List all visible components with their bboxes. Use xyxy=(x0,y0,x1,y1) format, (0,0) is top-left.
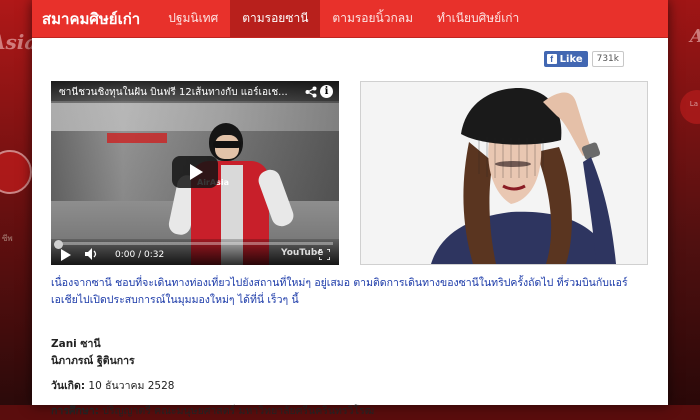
profile-fullname: นิภาภรณ์ ฐิตินการ xyxy=(51,355,135,367)
nav-item-alumni-directory[interactable]: ทำเนียบศิษย์เก่า xyxy=(425,0,531,37)
education-value: ปริญญาตรี คณะมนุษยศาสตร์ มหาวิทยาลัยศรีน… xyxy=(102,405,375,417)
facebook-like-widget: f Like 731k xyxy=(543,51,624,67)
control-play-icon[interactable] xyxy=(61,249,71,261)
video-title-bar: ซานีชวนชิงทุนในฝัน บินฟรี 12เส้นทางกับ แ… xyxy=(51,81,339,103)
fullscreen-icon[interactable] xyxy=(319,249,330,260)
video-title[interactable]: ซานีชวนชิงทุนในฝัน บินฟรี 12เส้นทางกับ แ… xyxy=(59,85,295,100)
profile-modal: สมาคมศิษย์เก่า ปฐมนิเทศ ตามรอยซานี ตามรอ… xyxy=(32,0,668,417)
birth-label: วันเกิด: xyxy=(51,380,86,392)
background-left-text: ซีพ xyxy=(2,234,13,243)
info-icon[interactable]: i xyxy=(320,85,333,98)
promo-badge-left xyxy=(0,150,32,194)
video-scene-sign xyxy=(107,133,167,143)
intro-paragraph: เนื่องจากซานี ชอบที่จะเดินทางท่องเที่ยวไ… xyxy=(51,277,628,306)
video-controls: 0:00 / 0:32 YouTube xyxy=(51,239,339,265)
profile-education-row: การศึกษา: ปริญญาตรี คณะมนุษยศาสตร์ มหาวิ… xyxy=(51,403,651,420)
facebook-icon: f xyxy=(546,54,557,64)
video-time: 0:00 / 0:32 xyxy=(115,250,165,260)
facebook-like-button[interactable]: f Like xyxy=(543,51,588,67)
nav-item-orientation[interactable]: ปฐมนิเทศ xyxy=(156,0,230,37)
background-right-text: La xyxy=(689,100,698,108)
top-navbar: สมาคมศิษย์เก่า ปฐมนิเทศ ตามรอยซานี ตามรอ… xyxy=(32,0,668,38)
profile-birth-row: วันเกิด: 10 ธันวาคม 2528 xyxy=(51,378,651,395)
youtube-video-player[interactable]: AirAsia ซานีชวนชิงทุนในฝัน บินฟรี 12เส้น… xyxy=(51,81,339,265)
volume-icon[interactable] xyxy=(85,248,98,260)
background-right-banner: A La xyxy=(668,0,700,405)
video-scrubber[interactable] xyxy=(54,240,63,249)
profile-photo xyxy=(360,81,648,265)
birth-value: 10 ธันวาคม 2528 xyxy=(88,380,175,392)
like-label: Like xyxy=(559,53,583,65)
education-label: การศึกษา: xyxy=(51,405,99,417)
profile-photo-illustration xyxy=(361,82,647,264)
like-count: 731k xyxy=(591,51,624,67)
play-button[interactable] xyxy=(172,156,218,188)
play-icon xyxy=(190,164,203,180)
background-left-banner: Asia ซีพ xyxy=(0,0,37,405)
profile-name: Zani ซานี xyxy=(51,338,101,350)
profile-info: Zani ซานี นิภาภรณ์ ฐิตินการ วันเกิด: 10 … xyxy=(51,336,651,420)
person-sunglasses xyxy=(213,141,241,148)
brand-title[interactable]: สมาคมศิษย์เก่า xyxy=(32,0,156,37)
nav-item-follow-niwkom[interactable]: ตามรอยนิ้วกลม xyxy=(320,0,425,37)
airasia-swoosh-right: A xyxy=(690,26,700,47)
nav-item-follow-zani[interactable]: ตามรอยซานี xyxy=(230,0,321,37)
youtube-logo[interactable]: YouTube xyxy=(281,248,323,258)
share-icon[interactable] xyxy=(305,86,317,98)
video-progress-bar[interactable] xyxy=(57,242,333,245)
